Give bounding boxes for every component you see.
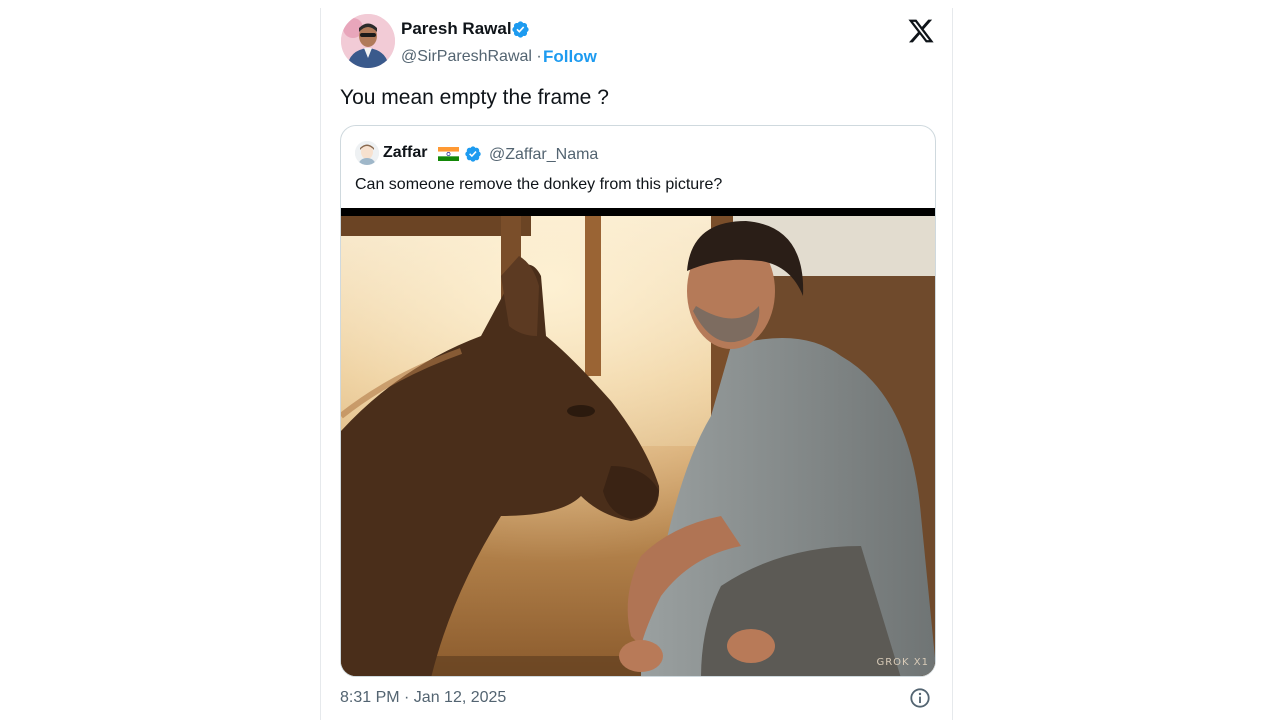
author-name[interactable]: Paresh Rawal (401, 19, 512, 39)
india-flag-icon (438, 147, 459, 161)
verified-badge-icon (465, 146, 481, 162)
info-icon[interactable] (909, 687, 931, 709)
tweet-timestamp[interactable]: 8:31 PM · Jan 12, 2025 (340, 689, 506, 707)
tweet-card: Paresh Rawal @SirPareshRawal · Follow Yo… (320, 8, 953, 720)
tweet-text: You mean empty the frame ? (340, 86, 609, 109)
quoted-author-name[interactable]: Zaffar (383, 144, 427, 162)
quoted-author-handle[interactable]: @Zaffar_Nama (489, 146, 598, 164)
image-watermark: GROK X1 (876, 657, 929, 668)
man-and-donkey-photo[interactable] (341, 216, 936, 677)
author-handle-text[interactable]: @SirPareshRawal (401, 48, 532, 65)
x-logo-icon[interactable] (907, 17, 935, 45)
quoted-author-avatar[interactable] (355, 141, 379, 165)
quoted-tweet[interactable]: Zaffar @Zaffar_Nama Can someone remove t… (340, 125, 936, 677)
follow-button[interactable]: Follow (543, 47, 597, 67)
author-avatar[interactable] (341, 14, 395, 68)
author-handle[interactable]: @SirPareshRawal · (401, 48, 542, 66)
verified-badge-icon (512, 21, 529, 38)
handle-separator: · (531, 48, 542, 65)
quoted-tweet-text: Can someone remove the donkey from this … (355, 176, 723, 193)
quoted-tweet-media[interactable]: GROK X1 (341, 208, 936, 677)
